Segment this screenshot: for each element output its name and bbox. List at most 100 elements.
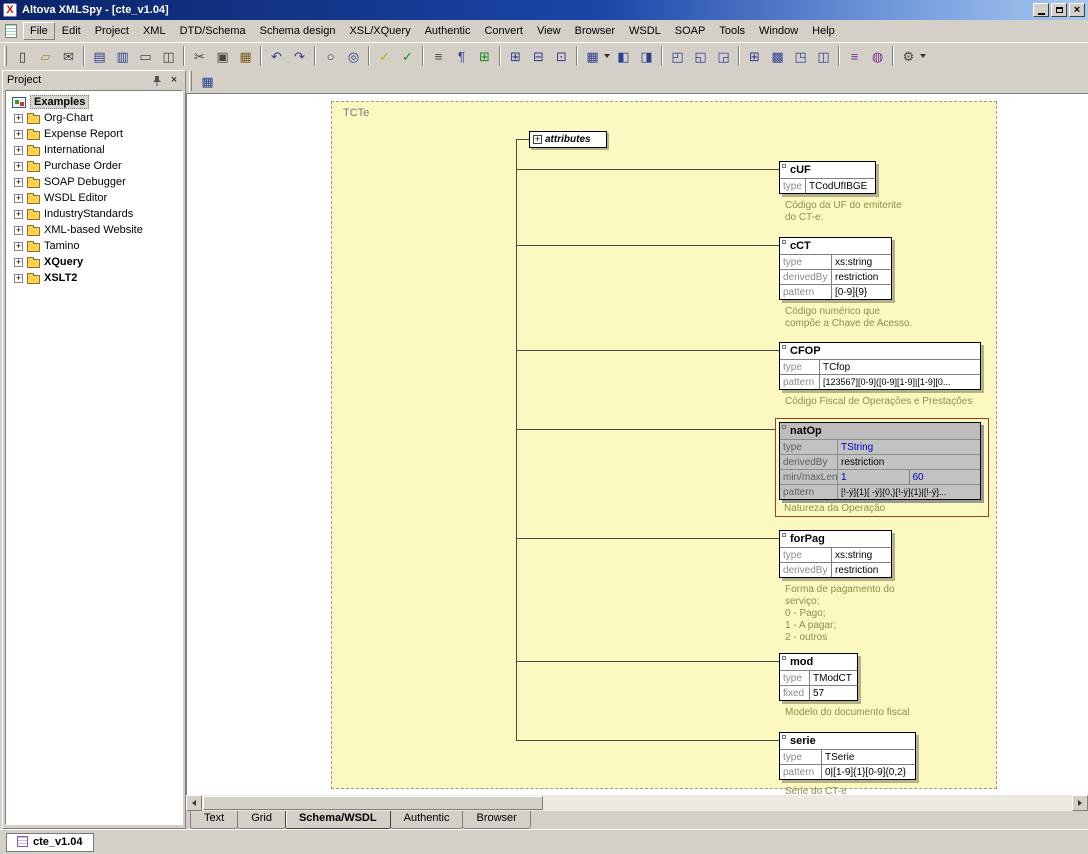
tree-item-expense-report[interactable]: +Expense Report — [9, 126, 182, 142]
cut-button[interactable]: ✂ — [188, 45, 211, 67]
send-by-mail-button[interactable]: ✉ — [57, 45, 80, 67]
find-next-button[interactable]: ◎ — [342, 45, 365, 67]
text-view-button[interactable]: ¶ — [450, 45, 473, 67]
file-tab-cte-v1-04[interactable]: cte_v1.04 — [6, 833, 94, 852]
table-display-button[interactable]: ▦ — [581, 45, 604, 67]
find-button[interactable]: ○ — [319, 45, 342, 67]
expand-icon[interactable]: + — [14, 194, 23, 203]
facet-value-min[interactable]: 1 — [838, 472, 909, 483]
print-preview-button[interactable]: ◫ — [157, 45, 180, 67]
copy-button[interactable]: ▣ — [211, 45, 234, 67]
menu-authentic[interactable]: Authentic — [418, 22, 478, 40]
menu-schema-design[interactable]: Schema design — [253, 22, 343, 40]
redo-button[interactable]: ↷ — [288, 45, 311, 67]
tree-item-international[interactable]: +International — [9, 142, 182, 158]
menu-project[interactable]: Project — [88, 22, 136, 40]
schema-element-forpag[interactable]: forPag typexs:string derivedByrestrictio… — [779, 530, 895, 644]
schema-element-cct[interactable]: cCT typexs:string derivedByrestriction p… — [779, 237, 912, 330]
append-row-button[interactable]: ⊟ — [527, 45, 550, 67]
check-well-formed-button[interactable]: ✓ — [373, 45, 396, 67]
tree-item-xml-based-website[interactable]: +XML-based Website — [9, 222, 182, 238]
menu-help[interactable]: Help — [805, 22, 842, 40]
expand-icon[interactable]: + — [14, 226, 23, 235]
facet-value-max[interactable]: 60 — [909, 470, 981, 484]
facet-value[interactable]: restriction — [838, 457, 980, 468]
schema-settings-button[interactable]: ▩ — [766, 45, 789, 67]
menu-edit[interactable]: Edit — [55, 22, 88, 40]
tab-grid[interactable]: Grid — [237, 811, 286, 829]
pretty-print-button[interactable]: ≡ — [427, 45, 450, 67]
expand-icon[interactable]: + — [14, 210, 23, 219]
expand-icon[interactable]: + — [14, 242, 23, 251]
facet-value[interactable]: TCodUfIBGE — [806, 181, 875, 192]
menu-tools[interactable]: Tools — [712, 22, 752, 40]
scroll-right-button[interactable] — [1072, 795, 1088, 811]
generate-documentation-button[interactable]: ≡ — [843, 45, 866, 67]
menu-view[interactable]: View — [530, 22, 568, 40]
facet-value[interactable]: TCfop — [820, 362, 980, 373]
tree-item-xquery[interactable]: +XQuery — [9, 254, 182, 270]
document-window-icon[interactable] — [5, 24, 17, 38]
panel-close-button[interactable]: × — [167, 73, 181, 87]
type-link[interactable]: TString — [838, 442, 980, 453]
expand-icon[interactable]: + — [14, 130, 23, 139]
horizontal-scrollbar[interactable] — [186, 795, 1088, 811]
schema-element-mod[interactable]: mod typeTModCT fixed57 Modelo do documen… — [779, 653, 910, 719]
tab-text[interactable]: Text — [190, 811, 238, 829]
menu-xsl-xquery[interactable]: XSL/XQuery — [342, 22, 417, 40]
schema-element-natop-selected[interactable]: natOp typeTString derivedByrestriction m… — [775, 418, 989, 517]
types-view-button[interactable]: ◫ — [812, 45, 835, 67]
expand-icon[interactable]: + — [14, 274, 23, 283]
close-button[interactable]: × — [1069, 3, 1085, 17]
tree-root-examples[interactable]: Examples — [9, 94, 182, 110]
scrollbar-thumb[interactable] — [203, 796, 543, 810]
tab-schema-wsdl[interactable]: Schema/WSDL — [285, 811, 391, 829]
expand-icon[interactable]: + — [14, 178, 23, 187]
tree-item-industrystandards[interactable]: +IndustryStandards — [9, 206, 182, 222]
facet-value[interactable]: 57 — [810, 688, 857, 699]
tree-item-wsdl-editor[interactable]: +WSDL Editor — [9, 190, 182, 206]
schema-element-serie[interactable]: serie typeTSerie pattern0|[1-9]{1}[0-9]{… — [779, 732, 916, 795]
facet-value[interactable]: xs:string — [832, 257, 891, 268]
scripting-dropdown-arrow[interactable] — [920, 54, 926, 58]
facet-value[interactable]: TModCT — [810, 673, 857, 684]
menu-convert[interactable]: Convert — [477, 22, 530, 40]
add-child-button[interactable]: ⊡ — [550, 45, 573, 67]
paste-button[interactable]: ▦ — [234, 45, 257, 67]
menu-soap[interactable]: SOAP — [668, 22, 713, 40]
schema-display-config-button[interactable]: ⊞ — [743, 45, 766, 67]
facet-value[interactable]: restriction — [832, 565, 891, 576]
print-button[interactable]: ▭ — [134, 45, 157, 67]
enhanced-grid-view-button[interactable]: ⊞ — [473, 45, 496, 67]
align-right-button[interactable]: ◲ — [712, 45, 735, 67]
tree-item-xslt2[interactable]: +XSLT2 — [9, 270, 182, 286]
schema-element-cfop[interactable]: CFOP typeTCfop pattern[123567][0-9]([0-9… — [779, 342, 981, 408]
tab-authentic[interactable]: Authentic — [390, 811, 464, 829]
toolbar-drag-handle[interactable] — [4, 46, 7, 66]
facet-value[interactable]: [123567][0-9]([0-9][1-9]|[1-9][0... — [820, 377, 980, 387]
schema-display-all-globals-button[interactable]: ▦ — [196, 70, 219, 92]
tree-item-purchase-order[interactable]: +Purchase Order — [9, 158, 182, 174]
menu-wsdl[interactable]: WSDL — [622, 22, 668, 40]
attributes-box[interactable]: + attributes — [529, 131, 607, 148]
filter-table-button[interactable]: ◧ — [612, 45, 635, 67]
attributes-expand-icon[interactable]: + — [533, 135, 542, 144]
save-all-button[interactable]: ▥ — [111, 45, 134, 67]
expand-icon[interactable]: + — [14, 114, 23, 123]
facet-value[interactable]: [!-ÿ]{1}[ -ÿ]{0,}[!-ÿ]{1}|[!-ÿ]... — [838, 487, 980, 497]
tree-item-tamino[interactable]: +Tamino — [9, 238, 182, 254]
scroll-left-button[interactable] — [186, 795, 202, 811]
tree-item-org-chart[interactable]: +Org-Chart — [9, 110, 182, 126]
menu-xml[interactable]: XML — [136, 22, 173, 40]
expand-icon[interactable]: + — [14, 258, 23, 267]
menu-dtd-schema[interactable]: DTD/Schema — [173, 22, 253, 40]
tree-item-soap-debugger[interactable]: +SOAP Debugger — [9, 174, 182, 190]
sort-table-button[interactable]: ◨ — [635, 45, 658, 67]
insert-row-button[interactable]: ⊞ — [504, 45, 527, 67]
facet-value[interactable]: restriction — [832, 272, 891, 283]
menu-window[interactable]: Window — [752, 22, 805, 40]
toolbar-drag-handle[interactable] — [189, 71, 192, 91]
expand-icon[interactable]: + — [14, 146, 23, 155]
undo-button[interactable]: ↶ — [265, 45, 288, 67]
validate-button[interactable]: ✓ — [396, 45, 419, 67]
